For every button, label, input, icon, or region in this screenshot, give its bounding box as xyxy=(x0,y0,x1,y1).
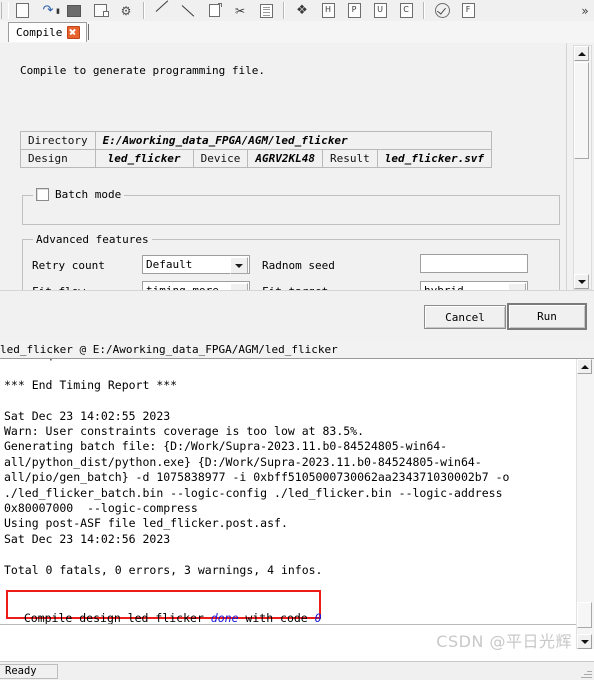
scroll-up-button[interactable] xyxy=(574,46,589,61)
batch-mode-group: Batch mode xyxy=(22,188,560,225)
toolbar-drag-grip[interactable] xyxy=(1,2,9,19)
pin-file-button[interactable] xyxy=(341,1,367,21)
design-value: led_flicker xyxy=(94,149,194,168)
fit-target-combo[interactable]: hybrid xyxy=(420,281,528,290)
compile-result-prefix: Compile design led_flicker xyxy=(23,611,211,625)
advanced-features-label: Advanced features xyxy=(33,233,152,246)
toolbar-separator-2 xyxy=(283,2,285,19)
log-title-text: led_flicker @ E:/Aworking_data_FPGA/AGM/… xyxy=(0,343,338,356)
ucf-file-button[interactable] xyxy=(367,1,393,21)
result-label: Result xyxy=(321,149,378,168)
run-button[interactable]: Run xyxy=(507,303,587,330)
new-file-icon xyxy=(15,3,29,18)
toolbar-separator-3 xyxy=(423,2,425,19)
directory-label: Directory xyxy=(20,131,96,150)
random-seed-input[interactable] xyxy=(420,254,528,273)
compile-result-line: Compile design led_flicker done with cod… xyxy=(10,597,322,625)
constraint-file-icon xyxy=(399,3,413,18)
constraint-file-button[interactable] xyxy=(393,1,419,21)
watermark: CSDN @平日光辉 xyxy=(436,632,572,651)
main-toolbar: ↷ ▮ ⚙ ✂ ❖ H P U C F » xyxy=(0,0,594,22)
retry-count-value: Default xyxy=(146,258,193,271)
draw-line-up-button[interactable] xyxy=(149,1,175,21)
compile-dialog: Compile to generate programming file. Di… xyxy=(0,43,594,342)
log-scrollbar-thumb[interactable] xyxy=(577,602,592,628)
compile-result-code: 0 xyxy=(314,611,322,625)
cancel-button[interactable]: Cancel xyxy=(424,305,506,329)
fit-flow-combo[interactable]: timing_more xyxy=(142,281,250,290)
draw-line-down-icon xyxy=(182,4,195,17)
chevron-down-icon[interactable] xyxy=(230,257,248,274)
copy-icon xyxy=(208,3,222,17)
synthesize-button[interactable]: ❖ xyxy=(289,1,315,21)
result-value: led_flicker.svf xyxy=(376,149,493,168)
retry-count-combo[interactable]: Default xyxy=(142,255,250,274)
chevron-down-icon[interactable] xyxy=(508,283,526,290)
paste-icon xyxy=(259,3,273,18)
close-icon[interactable] xyxy=(67,26,81,39)
tab-compile-label: Compile xyxy=(16,26,63,39)
tab-compile[interactable]: Compile xyxy=(8,22,88,42)
project-info-table: Directory E:/Aworking_data_FPGA/AGM/led_… xyxy=(20,131,493,168)
draw-line-down-button[interactable] xyxy=(175,1,201,21)
synthesize-icon: ❖ xyxy=(296,3,308,18)
resize-grip-icon[interactable] xyxy=(580,667,592,679)
scroll-down-button[interactable] xyxy=(577,634,592,649)
cut-scissors-icon: ✂ xyxy=(234,3,246,18)
compile-result-middle: with code xyxy=(238,611,315,625)
program-icon xyxy=(461,3,475,18)
save-button[interactable] xyxy=(87,1,113,21)
settings-gear-icon: ⚙ xyxy=(120,3,132,18)
log-divider xyxy=(0,624,577,625)
chevron-double-right-icon: » xyxy=(581,3,589,18)
toolbar-separator xyxy=(143,2,145,19)
directory-value: E:/Aworking_data_FPGA/AGM/led_flicker xyxy=(94,131,493,150)
log-title-bar: led_flicker @ E:/Aworking_data_FPGA/AGM/… xyxy=(0,341,594,359)
stop-button[interactable] xyxy=(61,1,87,21)
hdl-file-icon xyxy=(321,3,335,18)
tab-strip: Compile xyxy=(0,21,594,44)
refresh-button[interactable]: ↷ ▮ xyxy=(35,1,61,21)
chevron-down-icon: ▮ xyxy=(56,6,60,15)
dialog-scrollbar[interactable] xyxy=(573,45,592,290)
device-label: Device xyxy=(192,149,249,168)
new-file-button[interactable] xyxy=(9,1,35,21)
table-row: Design led_flicker Device AGRV2KL48 Resu… xyxy=(20,149,493,168)
random-seed-label: Radnom seed xyxy=(262,259,335,272)
copy-button[interactable] xyxy=(201,1,227,21)
chevron-down-icon[interactable] xyxy=(230,283,248,290)
pin-file-icon xyxy=(347,3,361,18)
scroll-up-button[interactable] xyxy=(577,359,592,374)
device-value: AGRV2KL48 xyxy=(247,149,323,168)
batch-mode-checkbox-row[interactable]: Batch mode xyxy=(33,188,125,201)
paste-button[interactable] xyxy=(253,1,279,21)
settings-button[interactable]: ⚙ xyxy=(113,1,139,21)
table-row: Directory E:/Aworking_data_FPGA/AGM/led_… xyxy=(20,131,493,150)
tab-strip-caret xyxy=(88,24,89,40)
hdl-file-button[interactable] xyxy=(315,1,341,21)
status-bar: Ready xyxy=(0,661,594,680)
dialog-hint-text: Compile to generate programming file. xyxy=(20,64,266,77)
log-output-text: Required Timer 0.021 *** End Timing Repo… xyxy=(4,359,510,577)
scroll-down-button[interactable] xyxy=(574,274,589,289)
refresh-icon: ↷ xyxy=(42,3,54,18)
check-icon xyxy=(434,3,450,18)
dialog-scrollbar-thumb[interactable] xyxy=(574,62,589,159)
toolbar-overflow-button[interactable]: » xyxy=(576,1,594,21)
status-text: Ready xyxy=(0,663,58,679)
log-scrollbar[interactable] xyxy=(576,359,594,649)
program-button[interactable] xyxy=(455,1,481,21)
save-icon xyxy=(93,4,109,17)
cut-button[interactable]: ✂ xyxy=(227,1,253,21)
compile-result-keyword: done xyxy=(210,611,239,625)
retry-count-label: Retry count xyxy=(32,259,105,272)
compile-dialog-body: Compile to generate programming file. Di… xyxy=(0,43,567,290)
batch-mode-checkbox[interactable] xyxy=(36,188,49,201)
batch-mode-label: Batch mode xyxy=(55,188,122,201)
stop-icon xyxy=(67,4,81,17)
design-label: Design xyxy=(20,149,96,168)
check-button[interactable] xyxy=(429,1,455,21)
draw-line-up-icon xyxy=(156,4,169,17)
ucf-file-icon xyxy=(373,3,387,18)
